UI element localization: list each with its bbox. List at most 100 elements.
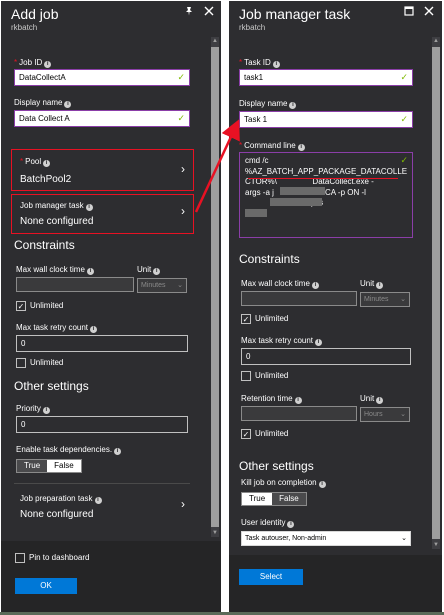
- blade-subtitle: rkbatch: [239, 23, 266, 32]
- info-icon: i: [311, 282, 319, 289]
- display-name-label: Display name i: [14, 98, 72, 108]
- close-icon[interactable]: [203, 6, 215, 18]
- other-settings-heading: Other settings: [14, 379, 89, 393]
- job-id-input[interactable]: DataCollectA ✓: [14, 69, 190, 86]
- job-manager-task-blade: Job manager task rkbatch ▲ ▼ * Task ID i t…: [229, 1, 442, 613]
- retry-count-input[interactable]: 0: [241, 348, 411, 365]
- info-icon: i: [90, 326, 98, 333]
- retention-unit-select[interactable]: Hours ⌄: [360, 407, 410, 422]
- checkbox-checked-icon: ✓: [241, 429, 251, 439]
- constraints-heading: Constraints: [14, 238, 75, 252]
- priority-input[interactable]: 0: [16, 416, 188, 433]
- task-id-label: * Task ID i: [239, 58, 280, 68]
- unit-select[interactable]: Minutes ⌄: [360, 292, 410, 307]
- checkbox-checked-icon: ✓: [241, 314, 251, 324]
- command-line-textarea[interactable]: ✓ cmd /c %AZ_BATCH_APP_PACKAGE_DATACOLLE…: [239, 152, 413, 238]
- command-line: %AZ_BATCH_APP_PACKAGE_DATACOLLE: [245, 166, 408, 176]
- blade-footer: Pin to dashboard OK: [1, 541, 221, 613]
- toggle-false[interactable]: False: [47, 460, 81, 472]
- blade-footer: Select: [229, 555, 442, 613]
- scroll-up-icon[interactable]: ▲: [211, 37, 219, 45]
- prep-label: Job preparation task i: [20, 494, 102, 504]
- scrollbar[interactable]: ▲ ▼: [211, 37, 219, 537]
- redaction-block: [280, 187, 325, 195]
- kill-job-label: Kill job on completion i: [241, 478, 326, 488]
- command-line: args -a j -c CA -p ON -l: [245, 187, 366, 197]
- info-icon: i: [376, 282, 384, 289]
- other-settings-heading: Other settings: [239, 459, 314, 473]
- retention-unlimited-checkbox[interactable]: ✓ Unlimited: [241, 429, 288, 441]
- retry-unlimited-checkbox[interactable]: Unlimited: [241, 371, 288, 383]
- retention-time-input[interactable]: [241, 406, 357, 421]
- info-icon: i: [287, 521, 295, 528]
- checkbox-icon: [241, 371, 251, 381]
- maximize-icon[interactable]: [403, 6, 415, 18]
- blade-title: Add job: [11, 6, 59, 22]
- redaction-block: [245, 209, 267, 217]
- constraints-heading: Constraints: [239, 252, 300, 266]
- max-wall-label: Max wall clock time i: [241, 279, 319, 289]
- user-identity-label: User identity i: [241, 518, 295, 528]
- info-icon: i: [44, 61, 52, 68]
- pin-to-dashboard-checkbox[interactable]: Pin to dashboard: [15, 553, 90, 565]
- unit-label: Unit i: [360, 279, 384, 289]
- display-name-input[interactable]: Task 1 ✓: [239, 111, 413, 128]
- ok-button[interactable]: OK: [15, 578, 77, 594]
- info-icon: i: [315, 339, 323, 346]
- blade-title: Job manager task: [239, 6, 351, 22]
- blade-header: Job manager task rkbatch: [229, 1, 442, 35]
- max-wall-unlimited-checkbox[interactable]: ✓ Unlimited: [241, 314, 288, 326]
- blade-subtitle: rkbatch: [11, 23, 38, 32]
- job-manager-value: None configured: [20, 216, 94, 227]
- scrollbar[interactable]: ▲ ▼: [432, 37, 440, 549]
- max-wall-label: Max wall clock time i: [16, 265, 94, 275]
- chevron-down-icon: ⌄: [177, 282, 183, 289]
- pool-selector[interactable]: * Pool i BatchPool2 ›: [11, 149, 194, 191]
- checkbox-checked-icon: ✓: [16, 301, 26, 311]
- max-wall-input[interactable]: [16, 277, 134, 292]
- close-icon[interactable]: [423, 6, 435, 18]
- retry-unlimited-checkbox[interactable]: Unlimited: [16, 358, 63, 370]
- info-icon: i: [289, 102, 297, 109]
- select-button[interactable]: Select: [239, 569, 303, 585]
- info-icon: i: [64, 101, 72, 108]
- task-id-input[interactable]: task1 ✓: [239, 69, 413, 86]
- toggle-true[interactable]: True: [242, 493, 273, 505]
- unit-label: Unit i: [137, 265, 161, 275]
- info-icon: i: [376, 397, 384, 404]
- job-manager-task-selector[interactable]: Job manager task i None configured ›: [11, 194, 194, 234]
- dependencies-label: Enable task dependencies. i: [16, 445, 122, 455]
- redaction-block: [270, 198, 322, 206]
- check-icon: ✓: [400, 155, 408, 165]
- check-icon: ✓: [177, 113, 185, 123]
- command-line: cmd /c: [245, 156, 269, 165]
- max-wall-input[interactable]: [241, 291, 357, 306]
- max-wall-unlimited-checkbox[interactable]: ✓ Unlimited: [16, 301, 63, 313]
- job-id-label: * Job ID i: [14, 58, 52, 68]
- divider: [14, 483, 190, 484]
- toggle-false[interactable]: False: [272, 493, 306, 505]
- retry-count-input[interactable]: 0: [16, 335, 188, 352]
- dependencies-toggle[interactable]: True False: [16, 459, 82, 473]
- user-identity-select[interactable]: Task autouser, Non-admin ⌄: [241, 531, 411, 546]
- toggle-true[interactable]: True: [17, 460, 48, 472]
- job-preparation-task-selector[interactable]: Job preparation task i None configured ›: [11, 487, 194, 527]
- info-icon: i: [42, 407, 50, 414]
- info-icon: i: [86, 268, 94, 275]
- display-name-input[interactable]: Data Collect A ✓: [14, 110, 190, 127]
- unit-select[interactable]: Minutes ⌄: [137, 278, 187, 293]
- info-icon: i: [153, 268, 161, 275]
- scroll-thumb[interactable]: [432, 47, 440, 539]
- retry-count-label: Max task retry count i: [241, 336, 323, 346]
- scroll-thumb[interactable]: [211, 47, 219, 527]
- info-icon: i: [294, 397, 302, 404]
- prep-value: None configured: [20, 509, 94, 520]
- command-line-label: * Command line i: [239, 141, 305, 151]
- retention-time-label: Retention time i: [241, 394, 302, 404]
- scroll-down-icon[interactable]: ▼: [432, 541, 440, 549]
- kill-job-toggle[interactable]: True False: [241, 492, 307, 506]
- scroll-down-icon[interactable]: ▼: [211, 529, 219, 537]
- pin-icon[interactable]: [183, 6, 195, 18]
- chevron-down-icon: ⌄: [400, 296, 406, 303]
- scroll-up-icon[interactable]: ▲: [432, 37, 440, 45]
